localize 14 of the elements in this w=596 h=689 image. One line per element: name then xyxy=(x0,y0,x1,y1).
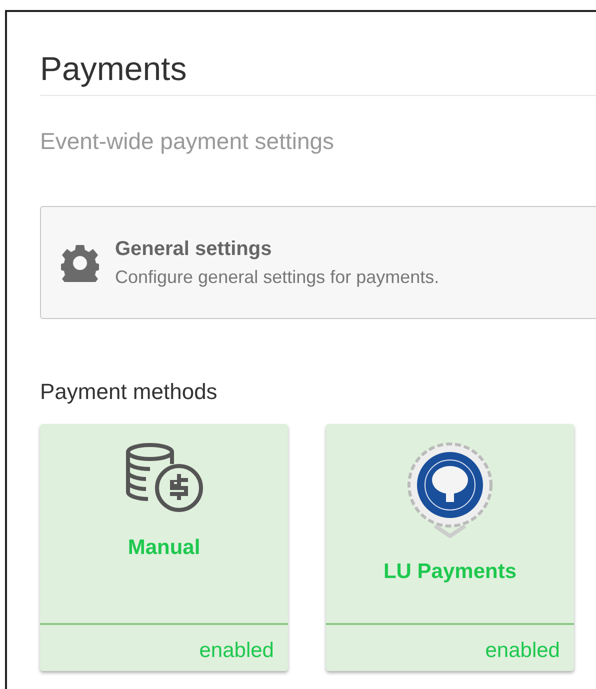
payment-method-card[interactable]: Manual enabled xyxy=(40,424,288,672)
general-settings-panel[interactable]: General settings Configure general settings for payments. xyxy=(40,206,596,320)
coins-icon xyxy=(124,442,204,514)
settings-icon xyxy=(61,244,99,282)
section-heading: Payment methods xyxy=(40,378,218,406)
settings-description: Configure general settings for payments. xyxy=(115,266,440,290)
settings-title: General settings xyxy=(115,237,273,262)
page-subtitle: Event-wide payment settings xyxy=(40,126,336,156)
payment-method-card[interactable]: LU Payments enabled xyxy=(326,424,574,672)
method-name: LU Payments xyxy=(383,559,517,586)
method-status: enabled xyxy=(199,639,274,662)
method-name: Manual xyxy=(128,535,200,562)
method-status: enabled xyxy=(485,639,560,662)
page-title: Payments xyxy=(40,49,188,89)
